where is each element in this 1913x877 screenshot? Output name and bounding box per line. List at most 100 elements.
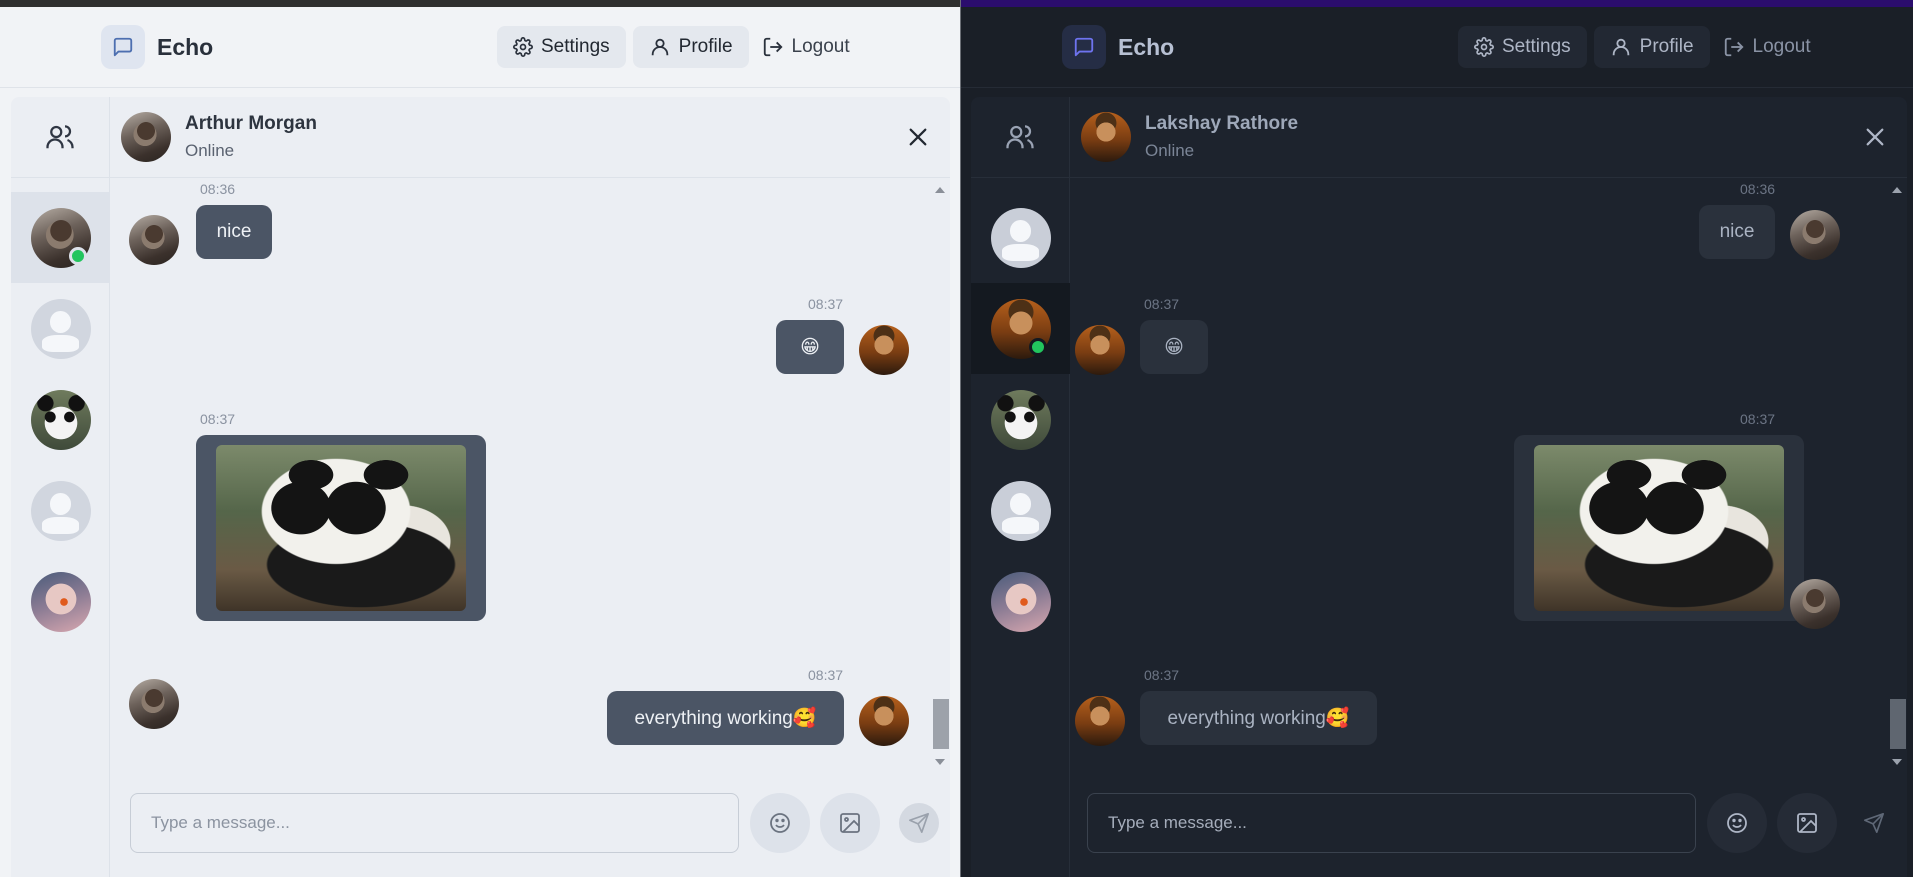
image-icon [1797, 813, 1817, 833]
contact-item[interactable] [11, 374, 110, 465]
gear-icon [1474, 37, 1494, 57]
panda-image [216, 445, 466, 611]
avatar [30, 571, 91, 632]
online-indicator [69, 247, 87, 265]
message-time: 08:36 [1740, 181, 1776, 197]
message-avatar [129, 679, 179, 729]
message-composer [110, 773, 950, 877]
logout-label: Logout [1752, 36, 1811, 57]
user-icon [1612, 38, 1629, 56]
logout-button[interactable]: Logout [1717, 26, 1817, 68]
scroll-thumb[interactable] [1890, 699, 1906, 749]
contact-item[interactable] [11, 465, 110, 556]
brand-name: Echo [1118, 33, 1175, 60]
send-button[interactable] [899, 803, 939, 843]
contacts-sidebar [11, 97, 110, 877]
message-time: 08:37 [200, 411, 236, 427]
emoji-icon [770, 813, 790, 833]
message-input[interactable] [130, 793, 739, 853]
message-bubble: 😁 [776, 320, 844, 374]
profile-label: Profile [1639, 36, 1694, 57]
message-bubble: everything working🥰 [1140, 691, 1377, 745]
contact-item[interactable] [11, 192, 110, 283]
users-icon[interactable] [45, 122, 75, 152]
send-icon [1864, 813, 1884, 833]
contact-status: Online [1145, 141, 1195, 160]
contact-status: Online [185, 141, 235, 160]
send-button[interactable] [1854, 803, 1894, 843]
chat-header: Lakshay Rathore Online [1070, 97, 1907, 178]
message-bubble: nice [1699, 205, 1775, 259]
message-list: 08:36 nice 08:37 😁 08:37 08:37 everythin… [110, 179, 950, 773]
scroll-up-arrow[interactable] [1892, 187, 1902, 193]
image-message[interactable] [1514, 435, 1804, 621]
message-time: 08:37 [1144, 667, 1180, 683]
message-time: 08:37 [1144, 296, 1180, 312]
message-scrollbar[interactable] [1890, 185, 1906, 767]
attach-image-button[interactable] [820, 793, 880, 853]
avatar [990, 571, 1051, 632]
message-time: 08:36 [200, 181, 236, 197]
emoji-button[interactable] [1707, 793, 1767, 853]
contact-item[interactable] [971, 283, 1070, 374]
avatar [121, 112, 171, 162]
brand[interactable]: Echo [101, 25, 213, 69]
avatar [990, 207, 1051, 268]
contact-item[interactable] [971, 192, 1070, 283]
contact-name: Lakshay Rathore [1145, 113, 1299, 134]
avatar [1081, 112, 1131, 162]
profile-button[interactable]: Profile [632, 26, 749, 68]
image-message[interactable] [196, 435, 486, 621]
contacts-sidebar [971, 97, 1070, 877]
close-icon [1866, 128, 1884, 146]
avatar [990, 389, 1051, 450]
user-icon [651, 38, 668, 56]
contact-item[interactable] [11, 283, 110, 374]
logout-button[interactable]: Logout [756, 26, 856, 68]
logout-icon [763, 37, 783, 57]
settings-label: Settings [1502, 36, 1571, 57]
contact-item[interactable] [971, 556, 1070, 647]
message-input[interactable] [1087, 793, 1696, 853]
contacts-header [11, 97, 109, 178]
settings-button[interactable]: Settings [497, 26, 626, 68]
close-chat-button[interactable] [1861, 123, 1889, 151]
profile-button[interactable]: Profile [1593, 26, 1710, 68]
contact-item[interactable] [971, 465, 1070, 556]
emoji-button[interactable] [750, 793, 810, 853]
attach-image-button[interactable] [1777, 793, 1837, 853]
avatar [30, 480, 91, 541]
scroll-thumb[interactable] [933, 699, 949, 749]
message-list: 08:36 nice 08:37 😁 08:37 08:37 everythin… [1070, 179, 1907, 773]
window-top-strip [961, 0, 1913, 7]
image-icon [840, 813, 860, 833]
settings-button[interactable]: Settings [1458, 26, 1587, 68]
logout-icon [1724, 37, 1744, 57]
send-icon [909, 813, 929, 833]
close-icon [909, 128, 927, 146]
avatar [30, 298, 91, 359]
message-square-icon [1062, 25, 1106, 69]
top-navbar: Echo Settings Profile Logout [0, 7, 960, 88]
users-icon[interactable] [1005, 122, 1035, 152]
top-navbar: Echo Settings Profile Logout [961, 7, 1913, 88]
scroll-down-arrow[interactable] [1892, 759, 1902, 765]
emoji-icon [1727, 813, 1747, 833]
message-square-icon [101, 25, 145, 69]
scroll-up-arrow[interactable] [935, 187, 945, 193]
message-time: 08:37 [808, 296, 844, 312]
online-indicator [1029, 338, 1047, 356]
contact-item[interactable] [971, 374, 1070, 465]
message-avatar [1790, 210, 1840, 260]
close-chat-button[interactable] [904, 123, 932, 151]
scroll-down-arrow[interactable] [935, 759, 945, 765]
contact-item[interactable] [11, 556, 110, 647]
brand-name: Echo [157, 33, 214, 60]
message-scrollbar[interactable] [933, 185, 949, 767]
panda-image [1534, 445, 1784, 611]
message-avatar [1075, 696, 1125, 746]
chat-header: Arthur Morgan Online [110, 97, 950, 178]
message-bubble: nice [196, 205, 272, 259]
brand[interactable]: Echo [1062, 25, 1174, 69]
dark-theme-window: Echo Settings Profile Logout Lakshay Rat… [961, 0, 1913, 877]
